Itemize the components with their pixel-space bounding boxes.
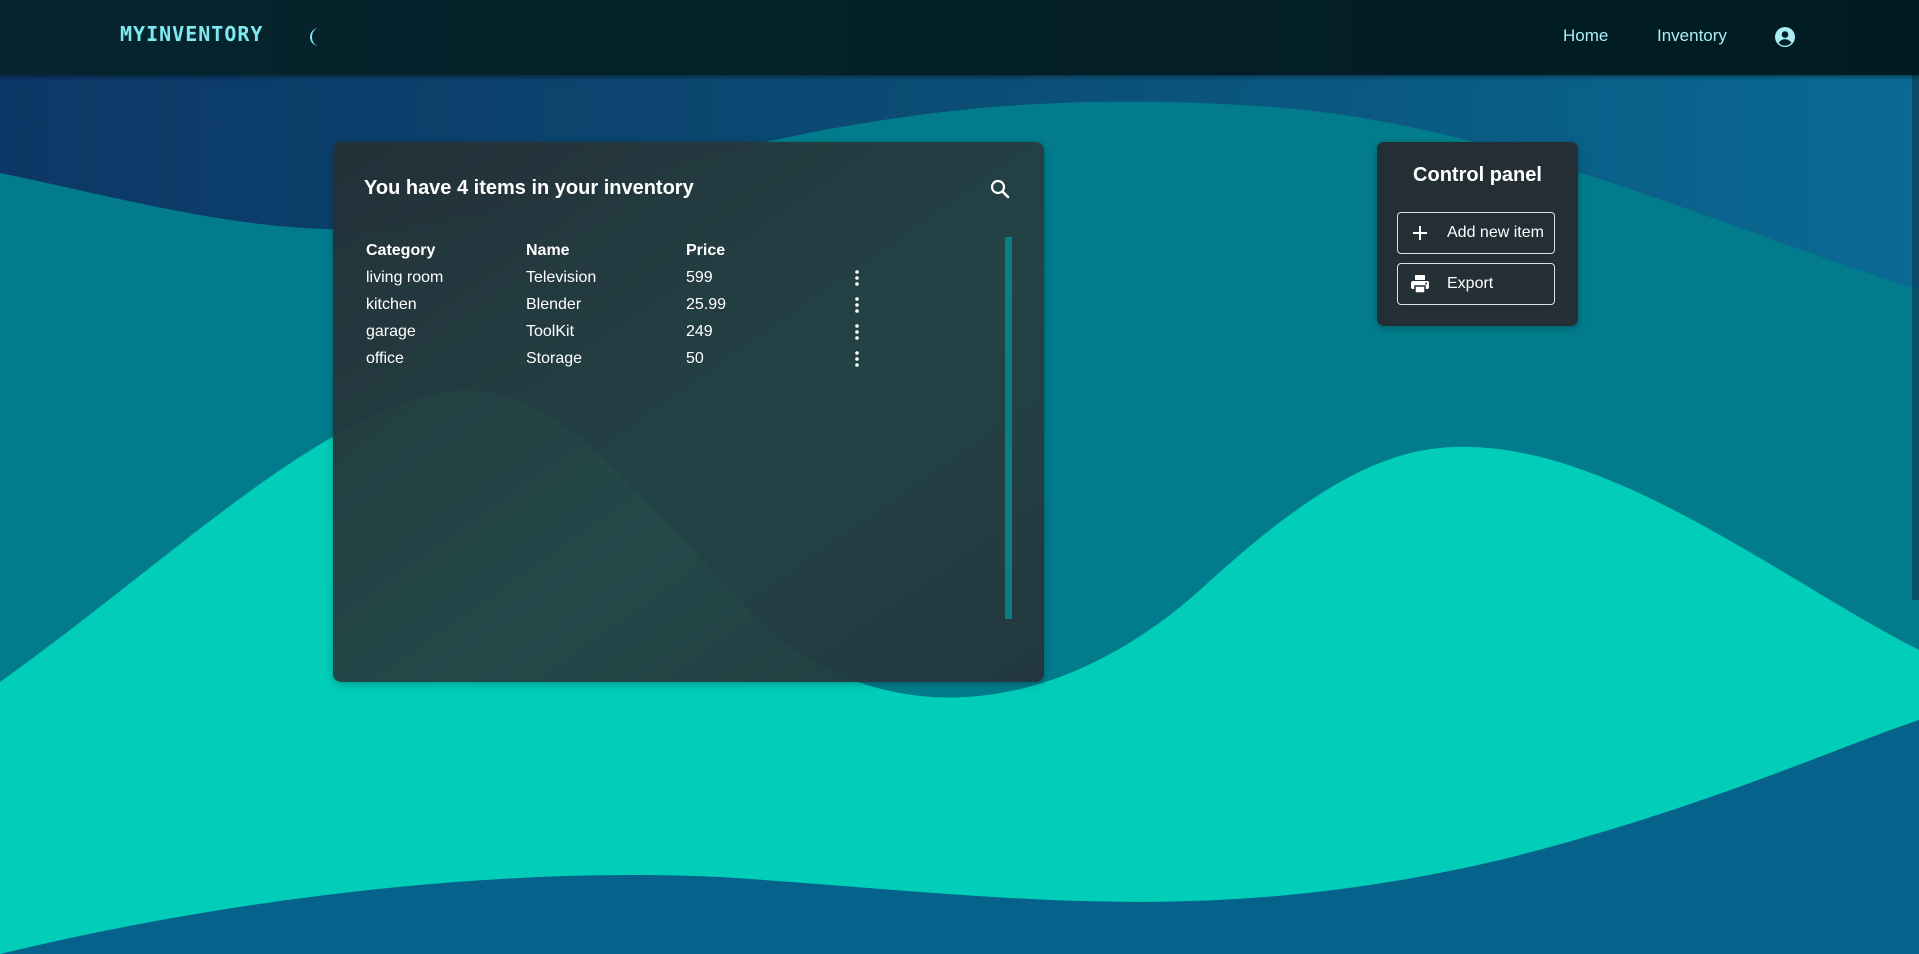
control-panel: Control panel Add new item Export <box>1377 142 1578 326</box>
column-header-price: Price <box>686 241 726 259</box>
page-scrollbar[interactable] <box>1912 75 1919 600</box>
cell-price: 599 <box>686 268 713 286</box>
account-circle-icon[interactable] <box>1773 25 1797 49</box>
cell-name: Television <box>526 268 597 286</box>
row-actions <box>844 318 887 345</box>
app-logo[interactable]: MYINVENTORY <box>120 22 263 46</box>
inventory-table-container: Category Name Price living room Televisi… <box>363 237 1003 617</box>
cell-name: Blender <box>526 295 582 313</box>
export-button[interactable]: Export <box>1397 263 1555 305</box>
table-row: garage ToolKit 249 <box>363 318 887 345</box>
row-actions <box>844 345 887 372</box>
control-panel-title: Control panel <box>1413 164 1542 186</box>
column-header-actions <box>844 237 887 264</box>
table-header-row: Category Name Price <box>363 237 887 264</box>
more-vert-icon[interactable] <box>847 322 867 342</box>
cell-price: 25.99 <box>686 295 727 313</box>
column-header-category: Category <box>366 241 436 259</box>
plus-icon <box>1413 226 1427 240</box>
more-vert-icon[interactable] <box>847 268 867 288</box>
cell-price: 249 <box>686 322 713 340</box>
nav-inventory-link[interactable]: Inventory <box>1657 26 1727 46</box>
add-new-item-button[interactable]: Add new item <box>1397 212 1555 254</box>
cell-price: 50 <box>686 349 704 367</box>
more-vert-icon[interactable] <box>847 295 867 315</box>
printer-icon <box>1411 275 1429 294</box>
cell-category: garage <box>366 322 416 340</box>
nav-home-link[interactable]: Home <box>1563 26 1608 46</box>
table-row: office Storage 50 <box>363 345 887 372</box>
add-new-item-label: Add new item <box>1447 224 1544 241</box>
column-header-name: Name <box>526 241 570 259</box>
inventory-table: Category Name Price living room Televisi… <box>363 237 887 372</box>
row-actions <box>844 264 887 291</box>
inventory-title: You have 4 items in your inventory <box>364 177 694 199</box>
cell-category: office <box>366 349 404 367</box>
cell-category: living room <box>366 268 444 286</box>
cell-category: kitchen <box>366 295 417 313</box>
table-row: living room Television 599 <box>363 264 887 291</box>
table-row: kitchen Blender 25.99 <box>363 291 887 318</box>
moon-icon[interactable] <box>304 26 326 48</box>
more-vert-icon[interactable] <box>847 349 867 369</box>
top-navbar: MYINVENTORY Home Inventory <box>0 0 1919 75</box>
cell-name: Storage <box>526 349 583 367</box>
cell-name: ToolKit <box>526 322 575 340</box>
export-label: Export <box>1447 275 1494 292</box>
search-icon[interactable] <box>988 177 1012 201</box>
inventory-card: You have 4 items in your inventory Categ… <box>333 142 1044 682</box>
table-scrollbar[interactable] <box>1005 237 1012 619</box>
row-actions <box>844 291 887 318</box>
